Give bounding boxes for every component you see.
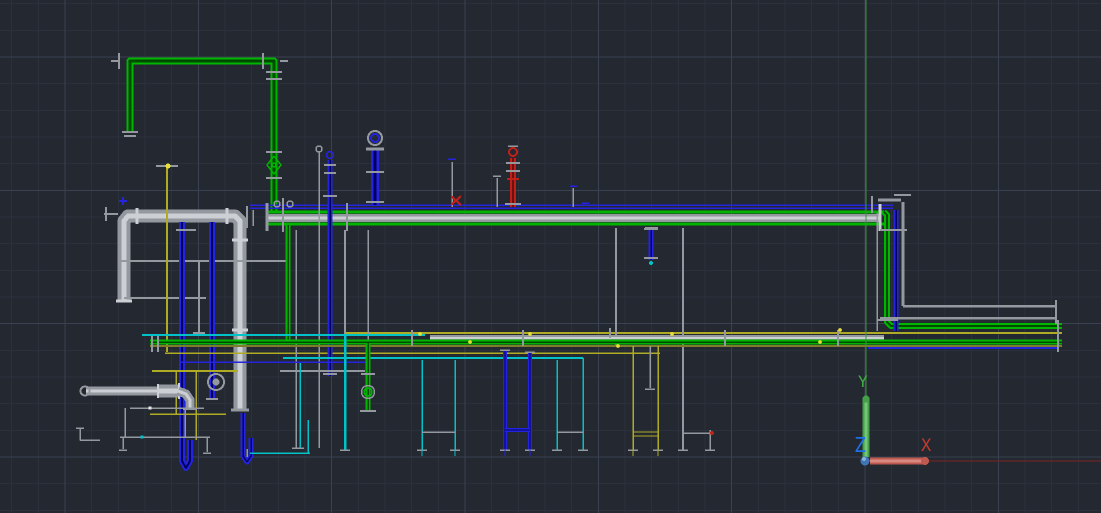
lower-rack-circle-20 [670,332,674,336]
viewport-background [0,0,1101,513]
pump-area-circle-18 [212,378,220,386]
lower-rack-circle-21 [818,340,822,344]
ucs-x-axis-label: X [921,436,932,456]
ucs-icon-circle-3 [921,457,929,465]
model-space-viewport[interactable]: Y Z X [0,0,1101,513]
cad-drawing-canvas[interactable] [0,0,1101,513]
pump-area-circle-19 [148,406,152,410]
lower-rack-circle-22 [838,328,842,332]
mid-verticals-circle-5 [649,261,653,265]
ucs-z-axis-label: Z [854,433,867,457]
ucs-icon-circle-1 [862,395,870,403]
bottom-stations-circle-40 [710,431,714,435]
lower-rack-circle-17 [468,340,472,344]
lower-rack-circle-19 [616,344,620,348]
yellow-lines-circle-2 [165,163,171,169]
pump-area-circle-20 [140,435,144,439]
lower-rack-circle-16 [418,332,422,336]
ucs-icon-circle-5 [862,457,866,461]
lower-rack-circle-18 [528,332,532,336]
ucs-y-axis-label: Y [858,372,868,391]
